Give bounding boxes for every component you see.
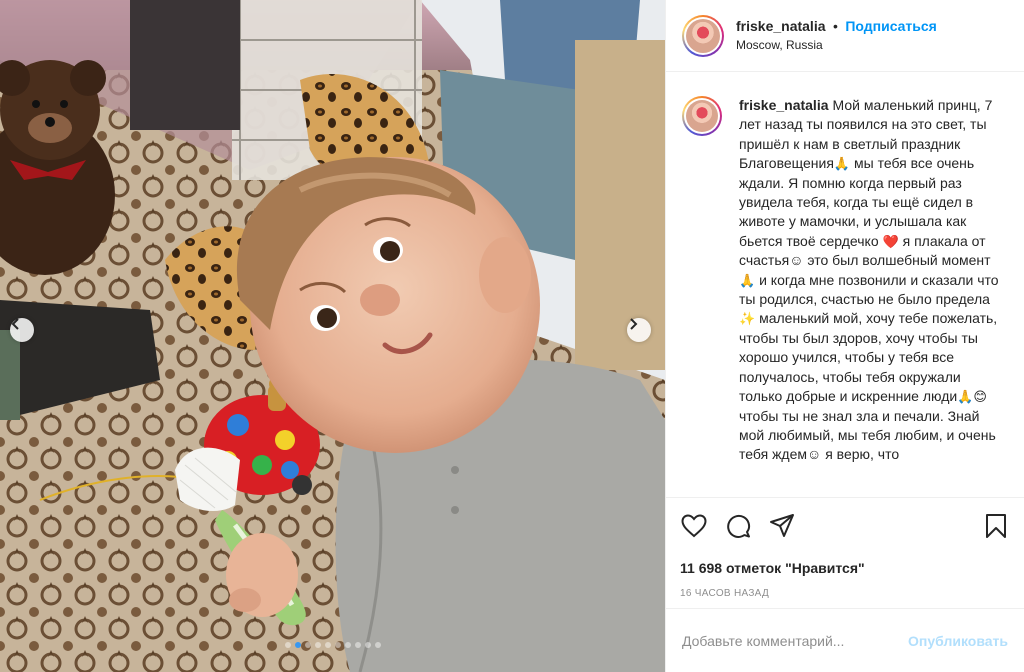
follow-button[interactable]: Подписаться [845, 18, 937, 34]
comment-bubble-icon[interactable] [724, 512, 752, 540]
bookmark-icon[interactable] [982, 512, 1010, 540]
avatar[interactable] [682, 14, 724, 57]
avatar-image [686, 18, 720, 53]
caption-text: friske_natalia Мой маленький принц, 7 лет… [739, 96, 1005, 496]
caption-part: и когда мне позвонили и сказали что ты р… [739, 271, 999, 308]
comment-form: Опубликовать [666, 608, 1024, 672]
smile-emoji-icon: 😊 [973, 389, 987, 405]
pray-emoji-icon: 🙏 [833, 156, 851, 172]
post-header: friske_natalia • Подписаться Moscow, Rus… [666, 0, 1024, 72]
caption-avatar[interactable] [682, 96, 722, 136]
carousel-dot [284, 642, 291, 648]
carousel-dot [294, 642, 301, 648]
carousel-prev-button[interactable] [10, 318, 34, 342]
pray-emoji-icon: 🙏 [957, 389, 974, 405]
paper-plane-icon[interactable] [768, 512, 796, 540]
caption-username[interactable]: friske_natalia [739, 97, 829, 113]
header-separator: • [832, 18, 838, 34]
caption-part: чтобы ты не знал зла и печали. Знай мой … [739, 407, 996, 463]
post-actions: 11 698 отметок "Нравится" 16 часов назад [666, 497, 1024, 617]
carousel-next-button[interactable] [627, 318, 651, 342]
post-timestamp[interactable]: 16 часов назад [680, 588, 1010, 599]
carousel-dot [354, 642, 361, 648]
photo-image [0, 0, 665, 672]
carousel-dot [374, 642, 381, 648]
carousel-dot [334, 642, 341, 648]
comment-input[interactable] [682, 632, 909, 649]
carousel-dot [324, 642, 331, 648]
chevron-left-icon [11, 318, 19, 330]
sparkles-emoji-icon: ✨ [739, 311, 756, 327]
caption-area: friske_natalia Мой маленький принц, 7 лет… [682, 96, 1008, 496]
post-username[interactable]: friske_natalia [736, 18, 826, 34]
avatar-image [686, 100, 718, 132]
likes-count[interactable]: 11 698 отметок "Нравится" [680, 560, 1010, 576]
post-photo[interactable] [0, 0, 665, 672]
carousel-dot [304, 642, 311, 648]
heart-emoji-icon: ❤️ [882, 233, 899, 249]
carousel-dots [0, 642, 665, 648]
post-side-panel: friske_natalia • Подписаться Moscow, Rus… [665, 0, 1024, 672]
chevron-right-icon [630, 318, 638, 330]
pray-emoji-icon: 🙏 [739, 272, 756, 288]
heart-icon[interactable] [680, 512, 708, 540]
carousel-dot [314, 642, 321, 648]
post-location[interactable]: Moscow, Russia [736, 36, 937, 54]
carousel-dot [364, 642, 371, 648]
publish-comment-button[interactable]: Опубликовать [908, 633, 1008, 649]
carousel-dot [344, 642, 351, 648]
